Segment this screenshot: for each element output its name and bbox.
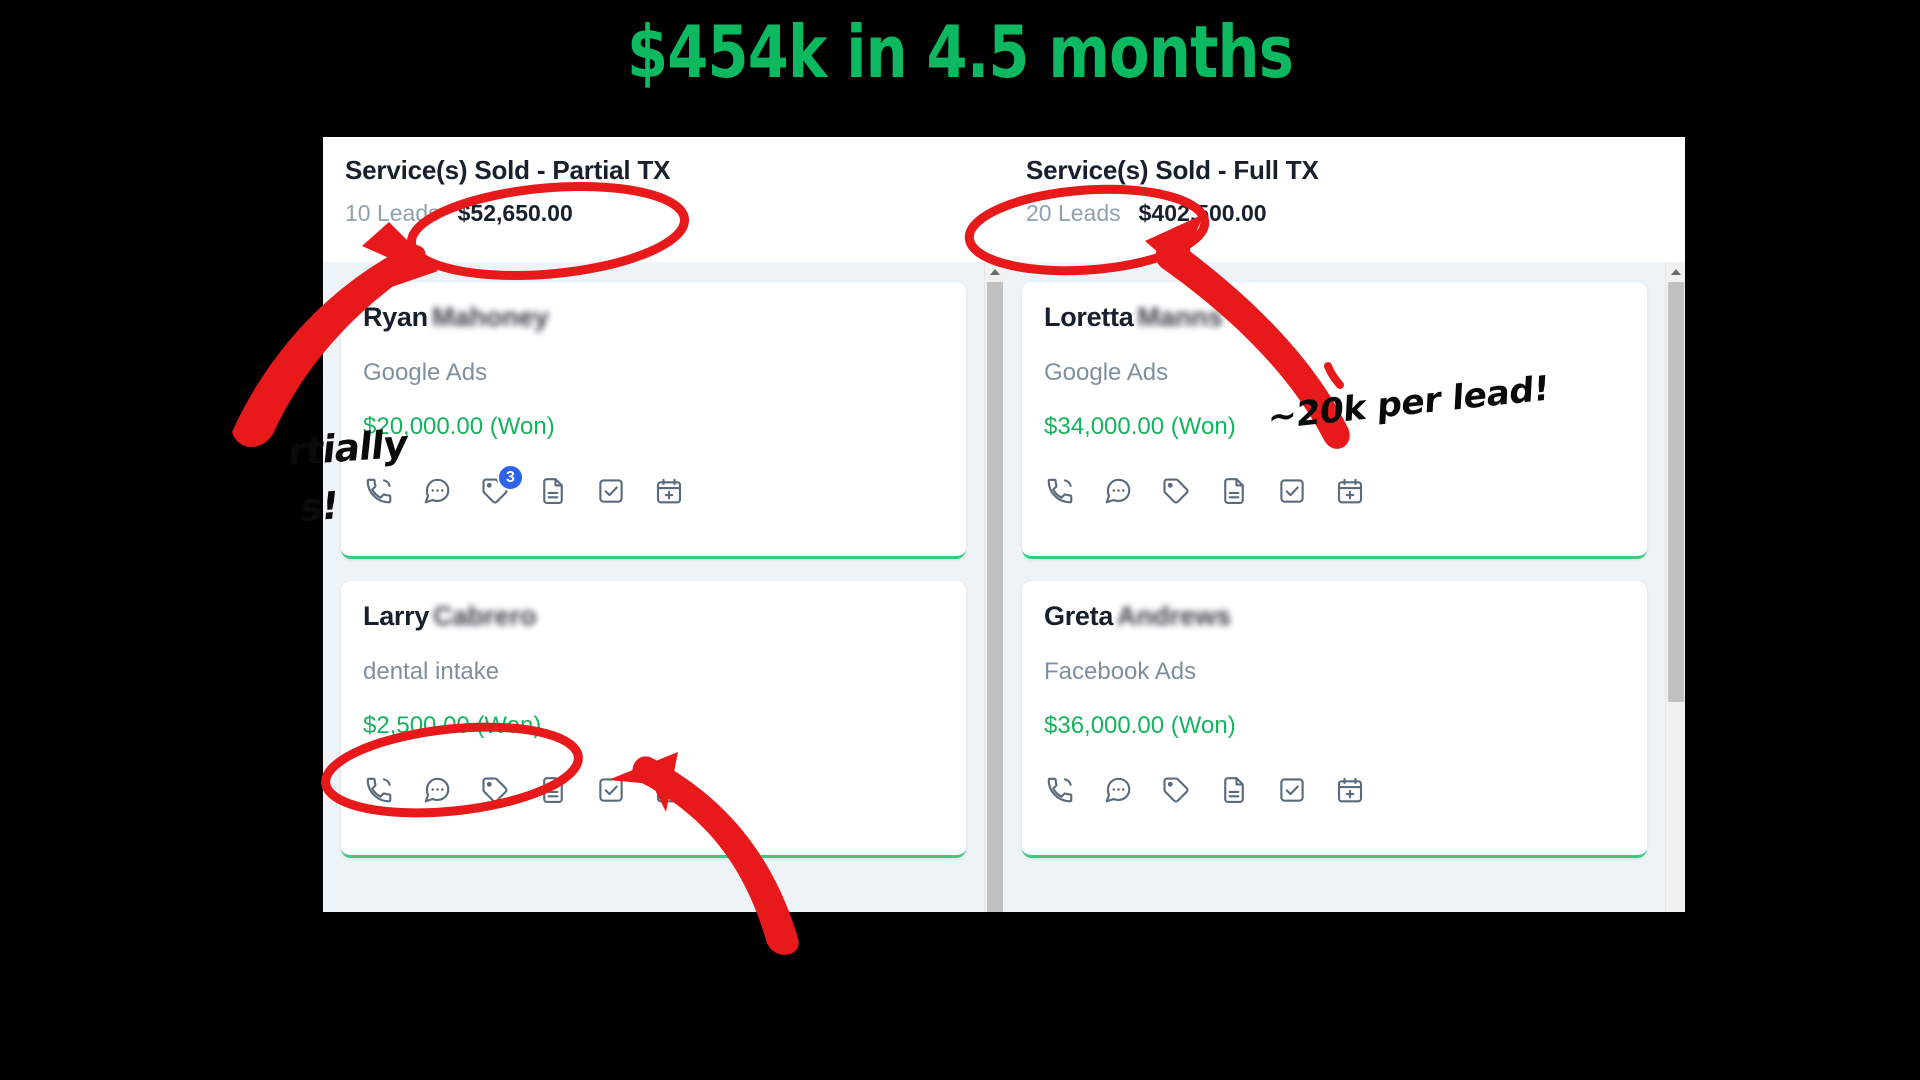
annotation-partially: rtially <box>285 421 410 475</box>
lead-name: Greta Andrews <box>1044 601 1625 632</box>
page-title: $454k in 4.5 months <box>626 10 1294 94</box>
lead-source: dental intake <box>363 658 500 685</box>
summary-amount-full-tx: $402,500.00 <box>1138 200 1267 227</box>
scrollbar-partial-tx[interactable] <box>984 262 1005 912</box>
summary-lead-count-full-tx: 20 Leads <box>1026 200 1121 227</box>
task-checkbox-icon[interactable] <box>595 774 627 806</box>
lead-first-name: Ryan <box>363 302 428 332</box>
summary-stats-partial-tx: 10 Leads $52,650.00 <box>345 200 982 227</box>
tag-icon[interactable] <box>479 774 511 806</box>
chat-icon[interactable] <box>1102 475 1134 507</box>
scroll-up-arrow-icon[interactable] <box>1666 262 1685 282</box>
scrollbar-thumb[interactable] <box>987 282 1003 912</box>
tag-icon[interactable] <box>1160 475 1192 507</box>
lead-value: $36,000.00 (Won) <box>1044 712 1236 739</box>
annotation-partially-second-line: s! <box>297 483 341 531</box>
chat-icon[interactable] <box>1102 774 1134 806</box>
lead-action-icons <box>363 774 944 806</box>
summary-lead-count-partial-tx: 10 Leads <box>345 200 440 227</box>
pipeline-column-partial-tx: Ryan Mahoney Google Ads $20,000.00 (Won) <box>323 262 1005 912</box>
calendar-add-icon[interactable] <box>653 774 685 806</box>
screenshot-canvas: $454k in 4.5 months Service(s) Sold - Pa… <box>0 0 1920 1080</box>
summary-title-partial-tx: Service(s) Sold - Partial TX <box>345 155 671 185</box>
chat-icon[interactable] <box>421 774 453 806</box>
pipeline-summary-bar: Service(s) Sold - Partial TX 10 Leads $5… <box>323 137 1685 262</box>
pipeline-columns: Ryan Mahoney Google Ads $20,000.00 (Won) <box>323 262 1685 912</box>
calendar-add-icon[interactable] <box>1334 475 1366 507</box>
lead-last-name-redacted: Andrews <box>1117 601 1232 631</box>
summary-column-partial-tx: Service(s) Sold - Partial TX 10 Leads $5… <box>323 137 1004 262</box>
scrollbar-thumb[interactable] <box>1668 282 1684 702</box>
document-icon[interactable] <box>537 774 569 806</box>
summary-column-full-tx: Service(s) Sold - Full TX 20 Leads $402,… <box>1004 137 1685 262</box>
tag-icon[interactable]: 3 <box>479 464 524 507</box>
document-icon[interactable] <box>1218 475 1250 507</box>
lead-card[interactable]: Ryan Mahoney Google Ads $20,000.00 (Won) <box>341 282 966 559</box>
phone-icon[interactable] <box>363 475 395 507</box>
lead-name: Larry Cabrero <box>363 601 944 632</box>
phone-icon[interactable] <box>1044 475 1076 507</box>
lead-name: Loretta Manns <box>1044 302 1625 333</box>
lead-card[interactable]: Greta Andrews Facebook Ads $36,000.00 (W… <box>1022 581 1647 858</box>
lead-last-name-redacted: Manns <box>1137 302 1223 332</box>
task-checkbox-icon[interactable] <box>1276 475 1308 507</box>
summary-stats-full-tx: 20 Leads $402,500.00 <box>1026 200 1663 227</box>
lead-card[interactable]: Larry Cabrero dental intake $2,500.00 (W… <box>341 581 966 858</box>
pipeline-column-full-tx: Loretta Manns Google Ads $34,000.00 (Won… <box>1004 262 1685 912</box>
document-icon[interactable] <box>1218 774 1250 806</box>
summary-title-full-tx: Service(s) Sold - Full TX <box>1026 155 1319 185</box>
calendar-add-icon[interactable] <box>1334 774 1366 806</box>
lead-source: Google Ads <box>363 359 488 386</box>
phone-icon[interactable] <box>1044 774 1076 806</box>
phone-icon[interactable] <box>363 774 395 806</box>
lead-list-full-tx[interactable]: Loretta Manns Google Ads $34,000.00 (Won… <box>1004 262 1665 912</box>
lead-first-name: Greta <box>1044 601 1114 631</box>
chat-icon[interactable] <box>421 475 453 507</box>
lead-value: $2,500.00 (Won) <box>363 712 542 739</box>
document-icon[interactable] <box>537 475 569 507</box>
calendar-add-icon[interactable] <box>653 475 685 507</box>
scrollbar-full-tx[interactable] <box>1665 262 1685 912</box>
lead-action-icons <box>1044 774 1625 806</box>
task-checkbox-icon[interactable] <box>1276 774 1308 806</box>
lead-source: Facebook Ads <box>1044 658 1197 685</box>
lead-list-partial-tx[interactable]: Ryan Mahoney Google Ads $20,000.00 (Won) <box>323 262 984 912</box>
lead-first-name: Loretta <box>1044 302 1134 332</box>
tag-icon[interactable] <box>1160 774 1192 806</box>
lead-last-name-redacted: Mahoney <box>431 302 549 332</box>
lead-last-name-redacted: Cabrero <box>433 601 537 631</box>
lead-value: $20,000.00 (Won) <box>363 413 555 440</box>
crm-pipeline-window: Service(s) Sold - Partial TX 10 Leads $5… <box>323 137 1685 912</box>
task-checkbox-icon[interactable] <box>595 475 627 507</box>
lead-name: Ryan Mahoney <box>363 302 944 333</box>
lead-action-icons <box>1044 475 1625 507</box>
tag-count-badge: 3 <box>497 464 524 491</box>
summary-amount-partial-tx: $52,650.00 <box>457 200 573 227</box>
lead-first-name: Larry <box>363 601 430 631</box>
lead-action-icons: 3 <box>363 464 944 507</box>
scroll-up-arrow-icon[interactable] <box>985 262 1005 282</box>
